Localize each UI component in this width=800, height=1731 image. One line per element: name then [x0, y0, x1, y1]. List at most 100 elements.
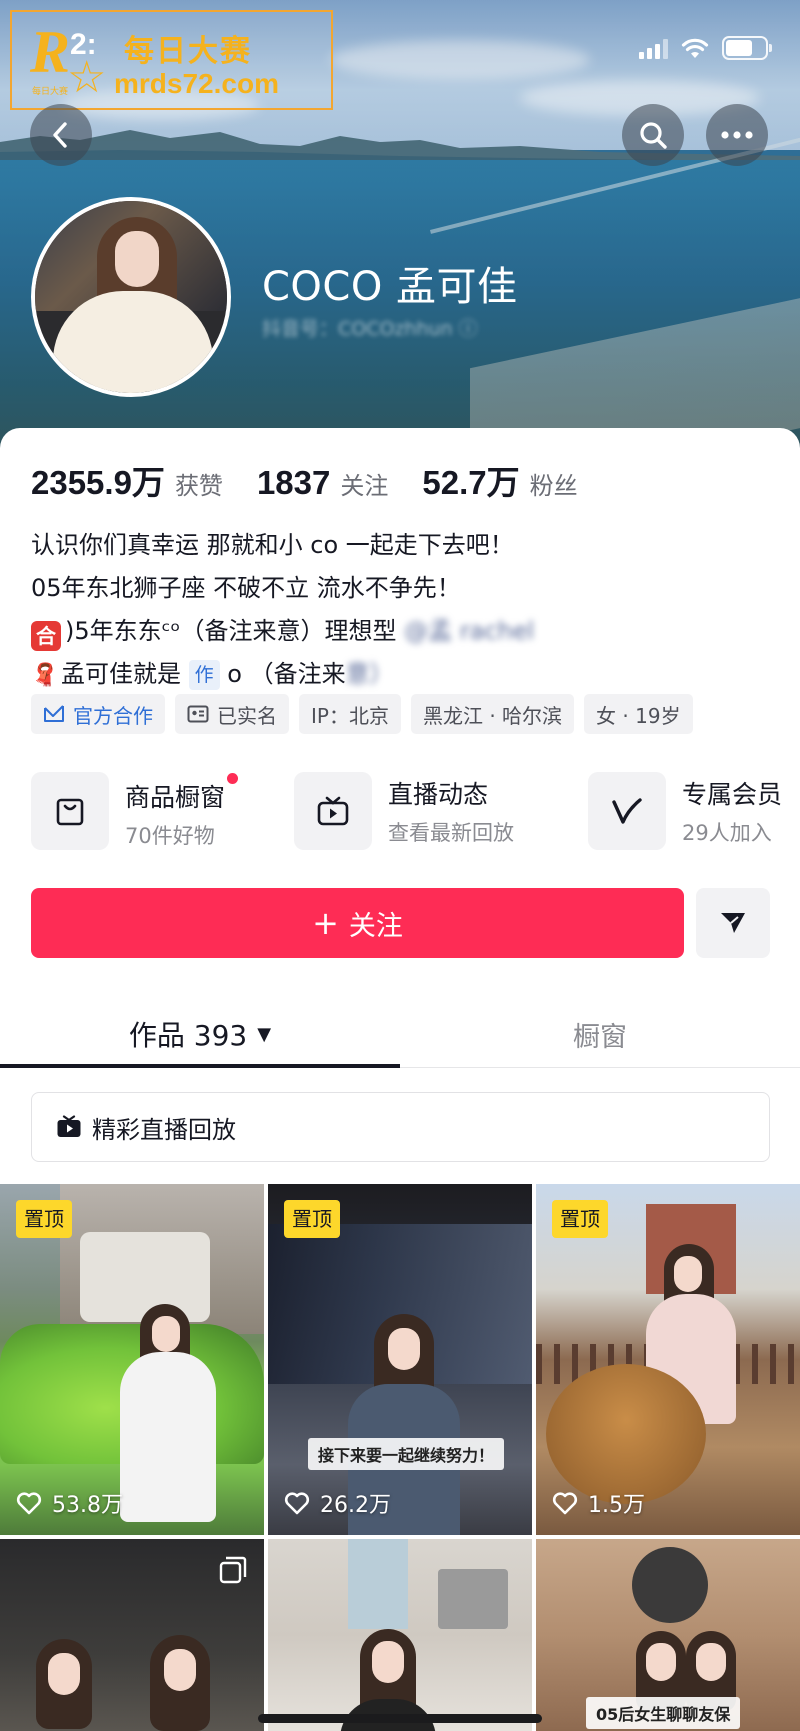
video-thumbnail[interactable]: 置顶 53.8万	[0, 1184, 264, 1535]
stat-value: 52.7万	[422, 464, 520, 501]
stat-value: 2355.9万	[31, 464, 165, 501]
video-thumbnail[interactable]: 置顶 1.5万	[536, 1184, 800, 1535]
tab-label: 作品 393	[128, 1019, 248, 1052]
stat-label: 获赞	[174, 472, 223, 500]
tab-works[interactable]: 作品 393 ▼	[0, 1000, 400, 1068]
likes-count: 53.8万	[52, 1493, 123, 1518]
video-likes: 1.5万	[552, 1487, 645, 1519]
multi-image-icon	[218, 1555, 248, 1589]
video-likes: 53.8万	[16, 1487, 123, 1519]
caret-down-icon: ▼	[257, 1023, 272, 1045]
live-replay-entry[interactable]: 精彩直播回放	[31, 1092, 770, 1162]
follow-button[interactable]: + 关注	[31, 888, 684, 958]
feature-title: 直播动态	[388, 780, 489, 809]
feature-membership[interactable]: 专属会员 29人加入	[588, 772, 782, 850]
tag-label: 女 · 19岁	[596, 703, 681, 728]
wifi-icon	[681, 38, 709, 58]
tag-official-partner[interactable]: 官方合作	[31, 694, 165, 734]
heart-icon	[552, 1492, 578, 1515]
live-replay-label: 精彩直播回放	[92, 1115, 236, 1144]
search-icon	[640, 122, 667, 149]
watermark-logo: R ☆ 每日大赛 每日大赛 mrds72.com	[10, 10, 333, 110]
more-button[interactable]	[706, 104, 768, 166]
search-button[interactable]	[622, 104, 684, 166]
heart-icon	[16, 1492, 42, 1515]
video-likes: 26.2万	[284, 1487, 391, 1519]
bio-text: 孟可佳就是	[61, 660, 181, 688]
home-indicator	[258, 1714, 542, 1723]
video-thumbnail[interactable]: 05后女生聊聊友保	[536, 1539, 800, 1731]
tag-verified-name: 已实名	[175, 694, 289, 734]
tag-label: 已实名	[217, 703, 277, 728]
feature-title: 专属会员	[682, 780, 783, 809]
plus-icon: +	[312, 904, 339, 942]
feature-title: 商品橱窗	[125, 782, 226, 812]
stat-label: 关注	[340, 472, 389, 500]
tag-ip: IP：北京	[299, 694, 401, 734]
content-tabs: 作品 393 ▼ 橱窗	[0, 1000, 800, 1068]
video-thumbnail[interactable]: 置顶 接下来要一起继续努力！ 26.2万	[268, 1184, 532, 1535]
tab-label: 橱窗	[573, 1021, 627, 1053]
avatar[interactable]	[31, 197, 231, 397]
shopping-bag-icon	[56, 798, 84, 826]
tag-label: 黑龙江 · 哈尔滨	[422, 703, 563, 728]
video-caption: 接下来要一起继续努力！	[308, 1438, 505, 1470]
stat-likes[interactable]: 2355.9万 获赞	[31, 456, 223, 504]
send-icon	[721, 913, 745, 933]
tab-shop-window[interactable]: 橱窗	[400, 1000, 800, 1068]
likes-count: 1.5万	[588, 1493, 645, 1518]
profile-bio: 认识你们真幸运 那就和小 co 一起走下去吧！ 05年东北狮子座 不破不立 流水…	[31, 524, 771, 696]
heart-icon	[284, 1492, 310, 1515]
bio-line-4: 🧣 孟可佳就是 作 o （备注来意）	[31, 653, 771, 696]
battery-icon	[722, 36, 772, 60]
feature-sub: 70件好物	[125, 823, 215, 848]
tv-icon	[317, 796, 349, 826]
v-member-icon	[612, 798, 642, 824]
pinned-badge: 置顶	[16, 1200, 72, 1238]
tab-underline	[0, 1064, 400, 1068]
signal-icon	[639, 37, 668, 59]
profile-nickname: COCO 孟可佳	[262, 264, 518, 310]
watermark-title: 每日大赛	[124, 34, 252, 69]
stat-value: 1837	[256, 464, 331, 501]
bio-line-3: 合)5年东东ᶜᵒ（备注来意）理想型 @孟 rachel	[31, 610, 771, 653]
bio-link-tag[interactable]: 作	[188, 660, 220, 690]
feature-live-dynamics[interactable]: 直播动态 查看最新回放	[294, 772, 514, 850]
official-partner-icon	[44, 705, 64, 722]
tag-label: 官方合作	[73, 703, 153, 728]
chevron-left-icon	[53, 122, 67, 148]
watermark-url: mrds72.com	[114, 68, 279, 99]
he-emoji-icon: 合	[31, 621, 61, 651]
id-card-icon	[187, 705, 209, 723]
bio-text: )5年东东ᶜᵒ（备注来意）理想型	[65, 617, 397, 645]
feature-sub: 查看最新回放	[388, 821, 514, 845]
video-thumbnail[interactable]	[0, 1539, 264, 1731]
pinned-badge: 置顶	[284, 1200, 340, 1238]
bio-blurred: 意）	[345, 660, 394, 688]
notification-dot	[227, 772, 239, 784]
likes-count: 26.2万	[320, 1493, 391, 1518]
stat-following[interactable]: 1837 关注	[257, 464, 388, 502]
back-button[interactable]	[30, 104, 92, 166]
profile-tags: 官方合作 已实名 IP：北京 黑龙江 · 哈尔滨 女 · 19岁	[31, 694, 693, 734]
stat-label: 粉丝	[529, 472, 578, 500]
feature-shop-window[interactable]: 商品橱窗 70件好物	[31, 772, 239, 850]
live-replay-icon	[57, 1115, 81, 1137]
follow-label: 关注	[348, 910, 403, 942]
watermark-r: R	[30, 19, 71, 85]
profile-stats: 2355.9万 获赞 1837 关注 52.7万 粉丝	[31, 456, 612, 504]
status-icons	[639, 34, 772, 62]
bio-text: o （备注来	[219, 660, 346, 688]
status-time: 2:	[70, 28, 97, 61]
share-button[interactable]	[696, 888, 770, 958]
video-thumbnail[interactable]	[268, 1539, 532, 1731]
bio-line-1: 认识你们真幸运 那就和小 co 一起走下去吧！	[31, 531, 514, 559]
stat-followers[interactable]: 52.7万 粉丝	[422, 456, 577, 504]
scarf-emoji-icon: 🧣	[31, 663, 59, 688]
bio-line-2: 05年东北狮子座 不破不立 流水不争先！	[31, 574, 461, 602]
feature-sub: 29人加入	[682, 821, 772, 845]
tag-gender-age: 女 · 19岁	[584, 694, 693, 734]
douyin-id: 抖音号：COCOzhhun ⓘ	[262, 318, 478, 340]
bio-mention[interactable]: @孟 rachel	[404, 617, 534, 645]
tag-label: IP：北京	[311, 703, 389, 728]
